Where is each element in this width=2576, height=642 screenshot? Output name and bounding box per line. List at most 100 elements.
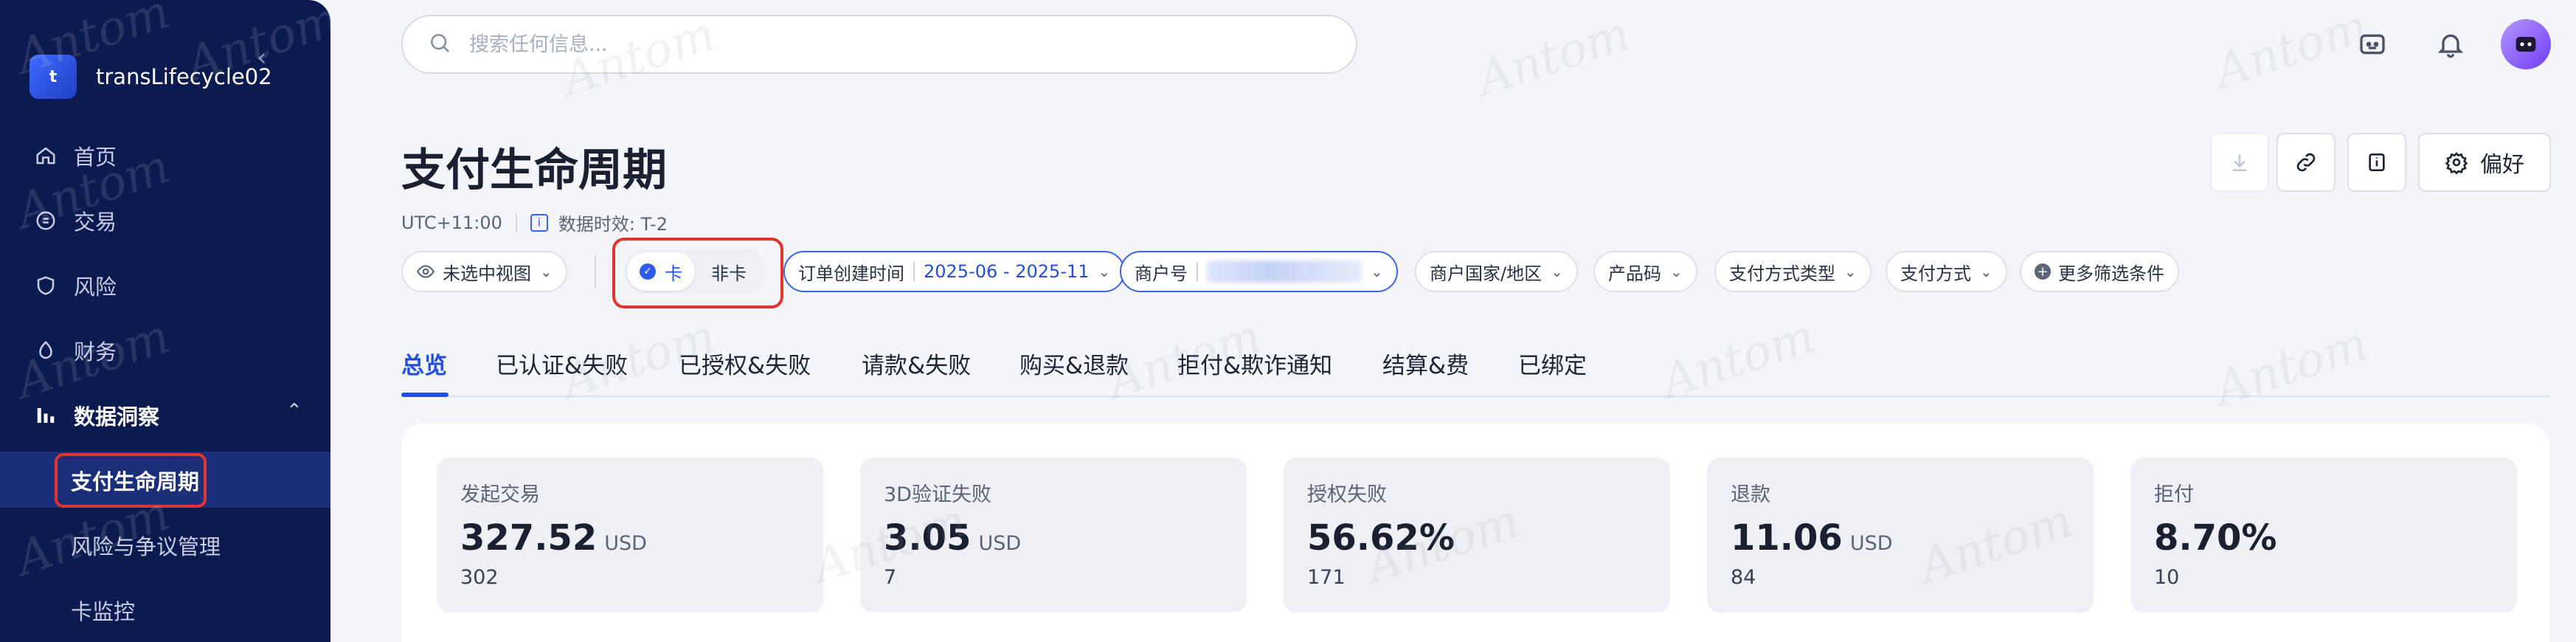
pay-type-filter[interactable]: 支付方式类型 ⌄ xyxy=(1714,251,1872,292)
transaction-icon xyxy=(34,209,58,232)
pay-type-label: 支付方式类型 xyxy=(1729,263,1835,284)
sidebar-item-label: 首页 xyxy=(74,145,117,170)
chevron-down-icon: ⌄ xyxy=(1098,263,1111,280)
sidebar-item-label: 交易 xyxy=(74,210,117,235)
product-filter[interactable]: 产品码 ⌄ xyxy=(1593,251,1697,292)
stat-label: 退款 xyxy=(1731,483,1770,506)
chevron-down-icon: ⌄ xyxy=(1670,263,1683,280)
app-root: t transLifecycle02 ‹ 首页 交易 风险 财务 数据洞察 ⌃ … xyxy=(0,0,2576,642)
bell-icon[interactable] xyxy=(2427,21,2474,68)
stat-card-refund[interactable]: 退款 11.06 USD 84 xyxy=(1707,458,2094,612)
watermark: Antom xyxy=(2208,316,2375,418)
chevron-up-icon[interactable]: ⌃ xyxy=(286,400,302,422)
chart-icon xyxy=(34,404,58,427)
assistant-icon[interactable] xyxy=(2349,21,2396,68)
stat-count: 10 xyxy=(2154,566,2180,589)
watermark: Antom xyxy=(1655,308,1821,410)
stat-label: 3D验证失败 xyxy=(884,483,991,506)
more-filters-label: 更多筛选条件 xyxy=(2058,263,2164,284)
gear-icon xyxy=(2445,152,2468,174)
download-button[interactable] xyxy=(2210,133,2269,192)
pay-method-label: 支付方式 xyxy=(1900,263,1971,284)
page-title: 支付生命周期 xyxy=(401,145,667,196)
stat-label: 发起交易 xyxy=(460,483,540,506)
divider xyxy=(515,213,517,232)
order-time-label: 订单创建时间 xyxy=(798,263,904,284)
stat-value: 8.70% xyxy=(2154,517,2277,559)
eye-icon xyxy=(416,265,435,278)
download-icon xyxy=(2232,154,2247,171)
chevron-down-icon: ⌄ xyxy=(1551,263,1563,280)
sidebar-item-label: 数据洞察 xyxy=(74,404,160,429)
view-select-label: 未选中视图 xyxy=(443,263,531,284)
shield-icon xyxy=(34,274,58,297)
page-meta: UTC+11:00 i 数据时效: T-2 xyxy=(401,210,668,235)
preferences-button[interactable]: 偏好 xyxy=(2418,133,2551,192)
country-filter[interactable]: 商户国家/地区 ⌄ xyxy=(1415,251,1578,292)
sidebar-item-home[interactable]: 首页 xyxy=(34,140,117,171)
divider xyxy=(595,255,596,288)
sidebar-subitem-card-monitor[interactable]: 卡监控 xyxy=(71,595,135,626)
avatar[interactable] xyxy=(2501,19,2551,69)
link-icon xyxy=(2296,153,2316,172)
stat-count: 84 xyxy=(1731,566,1756,589)
chevron-down-icon: ⌄ xyxy=(1980,263,1992,280)
brand[interactable]: t transLifecycle02 xyxy=(30,55,272,99)
tab-bound[interactable]: 已绑定 xyxy=(1518,347,1587,380)
tab-authenticated[interactable]: 已认证&失败 xyxy=(496,347,628,380)
stat-value: 56.62% xyxy=(1307,517,1455,559)
stat-count: 7 xyxy=(884,566,897,589)
sidebar-item-label: 风险 xyxy=(74,275,117,300)
sidebar-item-transaction[interactable]: 交易 xyxy=(34,205,117,236)
brand-name: transLifecycle02 xyxy=(96,64,272,89)
copy-link-button[interactable] xyxy=(2276,133,2336,192)
stat-card-3ds-fail[interactable]: 3D验证失败 3.05 USD 7 xyxy=(860,458,1247,612)
more-filters-button[interactable]: + 更多筛选条件 xyxy=(2020,251,2179,292)
info-box-icon xyxy=(2369,153,2385,171)
order-time-value: 2025-06 - 2025-11 xyxy=(924,261,1090,282)
search-bar[interactable] xyxy=(401,15,1357,74)
divider xyxy=(913,262,915,281)
tab-capture[interactable]: 请款&失败 xyxy=(862,347,971,380)
info-button[interactable] xyxy=(2347,133,2406,192)
tab-chargeback[interactable]: 拒付&欺诈通知 xyxy=(1177,347,1332,380)
stat-card-auth-fail[interactable]: 授权失败 56.62% 171 xyxy=(1284,458,1670,612)
stat-value: 3.05 USD xyxy=(884,517,1022,559)
view-select[interactable]: 未选中视图 ⌄ xyxy=(401,251,567,292)
stat-label: 授权失败 xyxy=(1307,483,1387,506)
data-freshness: 数据时效: T-2 xyxy=(558,214,668,235)
chevron-down-icon: ⌄ xyxy=(1371,263,1383,280)
merchant-filter[interactable]: 商户号 ⌄ xyxy=(1120,251,1398,292)
search-input[interactable] xyxy=(469,32,1281,56)
merchant-label: 商户号 xyxy=(1135,263,1188,284)
stat-card-chargeback[interactable]: 拒付 8.70% 10 xyxy=(2130,458,2517,612)
highlight-box xyxy=(612,238,783,308)
pay-method-filter[interactable]: 支付方式 ⌄ xyxy=(1886,251,2007,292)
stat-value: 327.52 USD xyxy=(460,517,647,559)
collapse-sidebar-button[interactable]: ‹ xyxy=(257,43,267,72)
chevron-down-icon: ⌄ xyxy=(1844,263,1857,280)
brand-logo: t xyxy=(30,55,77,99)
stat-card-initiated[interactable]: 发起交易 327.52 USD 302 xyxy=(437,458,823,612)
tab-overview[interactable]: 总览 xyxy=(401,347,447,380)
tab-purchase-refund[interactable]: 购买&退款 xyxy=(1019,347,1129,380)
sidebar-item-data-insights[interactable]: 数据洞察 xyxy=(34,400,159,431)
sidebar-item-risk[interactable]: 风险 xyxy=(34,270,117,301)
stat-value: 11.06 USD xyxy=(1731,517,1893,559)
home-icon xyxy=(34,144,58,168)
country-label: 商户国家/地区 xyxy=(1430,263,1543,284)
tab-settlement[interactable]: 结算&费 xyxy=(1382,347,1469,380)
stat-label: 拒付 xyxy=(2154,483,2194,506)
order-time-filter[interactable]: 订单创建时间 2025-06 - 2025-11 ⌄ xyxy=(783,251,1126,292)
sidebar-item-finance[interactable]: 财务 xyxy=(34,335,117,366)
tab-authorized[interactable]: 已授权&失败 xyxy=(679,347,811,380)
info-icon[interactable]: i xyxy=(530,213,548,232)
timezone-label: UTC+11:00 xyxy=(401,212,502,233)
plus-icon: + xyxy=(2035,263,2051,280)
stat-count: 171 xyxy=(1307,566,1346,589)
sidebar-subitem-risk-dispute[interactable]: 风险与争议管理 xyxy=(71,530,221,561)
tabs-divider xyxy=(401,396,2549,397)
active-tab-indicator xyxy=(401,393,449,397)
finance-icon xyxy=(34,339,58,362)
product-label: 产品码 xyxy=(1608,263,1661,284)
